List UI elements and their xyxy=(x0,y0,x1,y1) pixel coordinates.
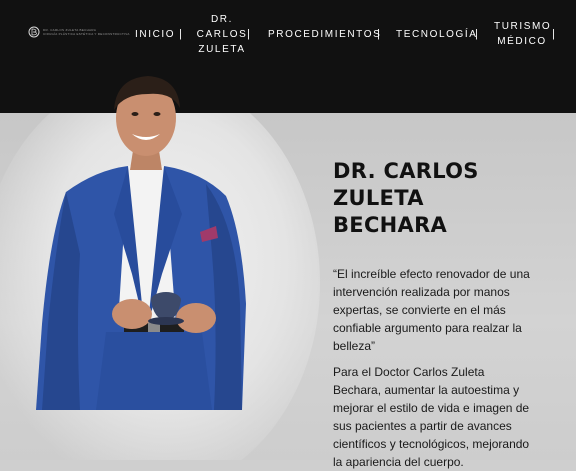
nav-separator: | xyxy=(552,28,555,40)
nav-item-tecnologia[interactable]: TECNOLOGÍA xyxy=(396,27,478,42)
nav-item-dr-carlos-zuleta[interactable]: DR. CARLOS ZULETA xyxy=(196,12,248,57)
heading-line: BECHARA xyxy=(333,213,448,237)
hero-quote: “El increíble efecto renovador de una in… xyxy=(333,267,530,353)
nav-item-line: MÉDICO xyxy=(497,36,547,47)
heading-line: DR. CARLOS xyxy=(333,159,479,183)
heading-line: ZULETA xyxy=(333,186,424,210)
nav-separator: | xyxy=(475,28,478,40)
nav-item-procedimientos[interactable]: PROCEDIMIENTOS xyxy=(268,27,381,42)
nav-item-line: CARLOS xyxy=(196,29,248,40)
hero-description: Para el Doctor Carlos Zuleta Bechara, au… xyxy=(333,365,530,469)
doctor-portrait xyxy=(36,76,246,410)
nav-separator: | xyxy=(377,28,380,40)
nav-item-turismo-medico[interactable]: TURISMO MÉDICO xyxy=(494,19,550,49)
nav-item-inicio[interactable]: INICIO xyxy=(135,27,175,42)
nav-separator: | xyxy=(179,28,182,40)
nav-separator: | xyxy=(247,28,250,40)
nav-item-line: DR. xyxy=(210,14,234,25)
doctor-name-heading: DR. CARLOS ZULETA BECHARA xyxy=(333,158,553,239)
nav-item-line: ZULETA xyxy=(198,44,246,55)
nav-item-line: TURISMO xyxy=(494,21,552,32)
